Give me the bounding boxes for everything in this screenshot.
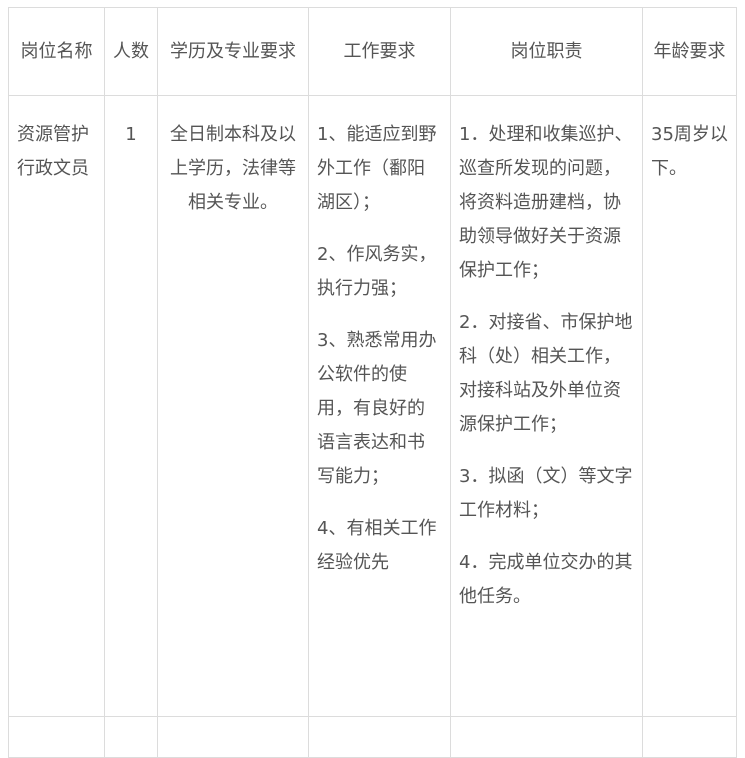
header-headcount: 人数 <box>104 7 158 96</box>
empty-cell <box>104 716 158 758</box>
header-position-name: 岗位名称 <box>8 7 105 96</box>
work-requirement-item: 2、作风务实，执行力强； <box>317 244 437 299</box>
cell-headcount: 1 <box>104 95 158 717</box>
cell-education: 全日制本科及以上学历，法律等相关专业。 <box>157 95 309 717</box>
job-posting-table: 岗位名称 人数 学历及专业要求 工作要求 岗位职责 年龄要求 资源管护行政文员 … <box>8 7 737 758</box>
header-age: 年龄要求 <box>642 7 737 96</box>
duty-item: 4．完成单位交办的其他任务。 <box>459 552 633 607</box>
cell-age: 35周岁以下。 <box>642 95 737 717</box>
empty-cell <box>157 716 309 758</box>
duty-item: 3．拟函（文）等文字工作材料； <box>459 466 633 521</box>
table-row: 资源管护行政文员 1 全日制本科及以上学历，法律等相关专业。 1、能适应到野外工… <box>8 95 737 717</box>
header-work-requirements: 工作要求 <box>308 7 451 96</box>
duty-item: 1．处理和收集巡护、巡查所发现的问题，将资料造册建档，协助领导做好关于资源保护工… <box>459 124 633 281</box>
cell-position-name: 资源管护行政文员 <box>8 95 105 717</box>
work-requirement-item: 1、能适应到野外工作（鄱阳湖区）； <box>317 124 437 213</box>
header-education: 学历及专业要求 <box>157 7 309 96</box>
duty-item: 2．对接省、市保护地科（处）相关工作，对接科站及外单位资源保护工作； <box>459 312 633 435</box>
cell-work-requirements: 1、能适应到野外工作（鄱阳湖区）； 2、作风务实，执行力强； 3、熟悉常用办公软… <box>308 95 451 717</box>
empty-cell <box>642 716 737 758</box>
cell-duties: 1．处理和收集巡护、巡查所发现的问题，将资料造册建档，协助领导做好关于资源保护工… <box>450 95 643 717</box>
header-duties: 岗位职责 <box>450 7 643 96</box>
work-requirement-item: 4、有相关工作经验优先 <box>317 518 437 573</box>
empty-cell <box>308 716 451 758</box>
empty-cell <box>8 716 105 758</box>
empty-cell <box>450 716 643 758</box>
work-requirement-item: 3、熟悉常用办公软件的使用，有良好的语言表达和书写能力； <box>317 330 437 487</box>
table-row-partial <box>8 716 737 758</box>
table-header-row: 岗位名称 人数 学历及专业要求 工作要求 岗位职责 年龄要求 <box>8 7 737 96</box>
